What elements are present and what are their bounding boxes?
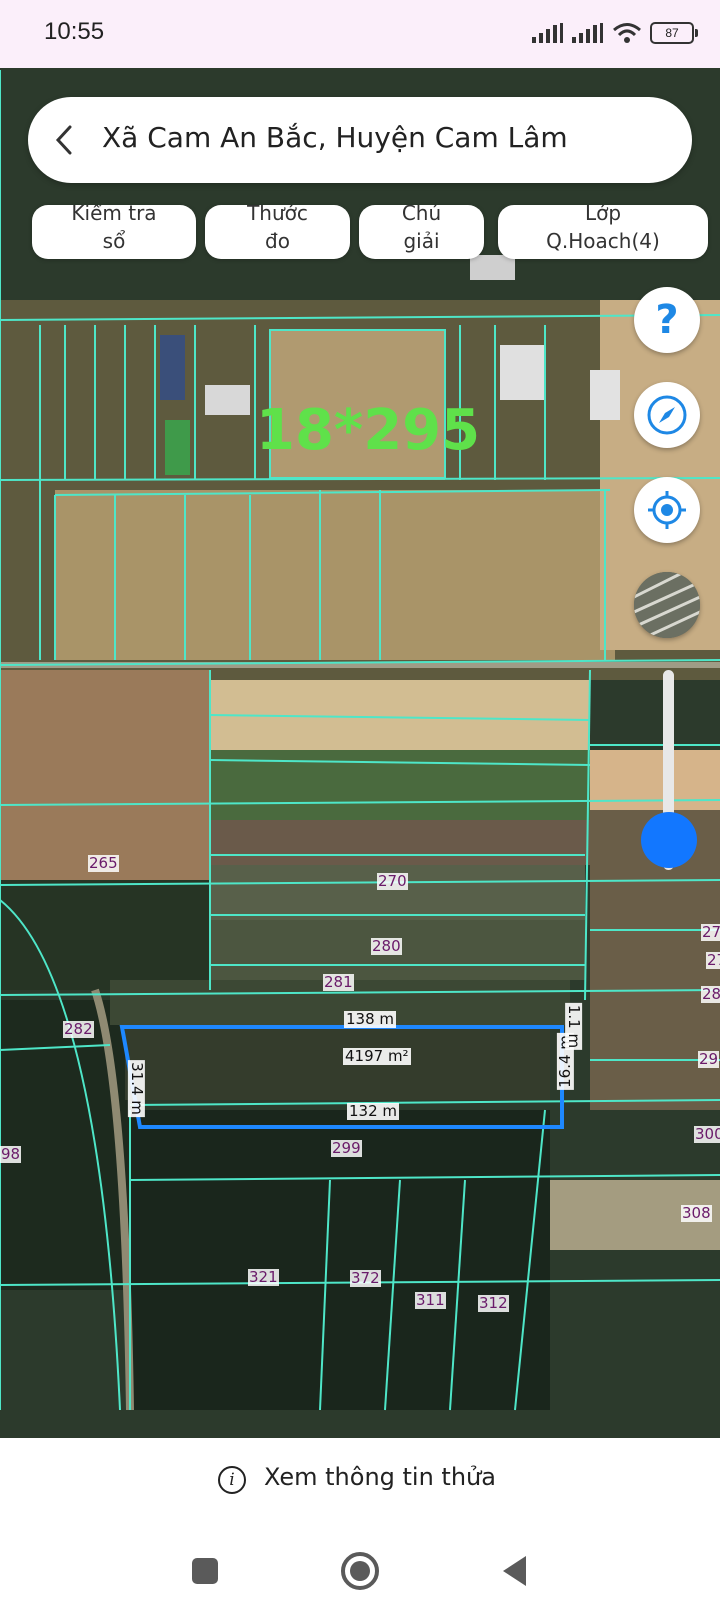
overlay-label: 18*295 [256,398,481,463]
parcel-number[interactable]: 281 [323,974,354,991]
chip-measure[interactable]: Thước đo [205,205,350,259]
zoom-slider-thumb[interactable] [641,812,697,868]
dimension-bottom: 132 m [347,1102,400,1120]
parcel-number[interactable]: 282 [63,1021,94,1038]
parcel-number[interactable]: 372 [350,1270,381,1287]
parcel-number[interactable]: 27 [701,924,720,941]
help-icon: ? [655,297,679,343]
compass-icon [647,395,687,435]
signal-icon [532,23,563,43]
wifi-icon [613,23,641,43]
recents-icon[interactable] [190,1556,220,1586]
locate-button[interactable] [634,477,700,543]
parcel-number[interactable]: 27 [706,952,720,969]
parcel-number[interactable]: 28 [701,986,720,1003]
parcel-number[interactable]: 29 [698,1051,720,1068]
chip-label: Thước đo [247,205,308,253]
parcel-number[interactable]: 308 [681,1205,712,1222]
parcel-number[interactable]: 299 [331,1140,362,1157]
chip-check-book[interactable]: Kiểm tra sổ [32,205,196,259]
signal-icon-2 [572,23,603,43]
parcel-number[interactable]: 280 [371,938,402,955]
parcel-number[interactable]: 270 [377,873,408,890]
dimension-top: 138 m [344,1010,397,1028]
chip-label: Chú giải [401,205,442,253]
chip-label: Kiểm tra sổ [71,205,157,253]
area-label: 4197 m² [343,1047,411,1065]
search-bar[interactable]: Xã Cam An Bắc, Huyện Cam Lâm [28,97,692,183]
dimension-right-2: 1.1 m [565,1002,584,1051]
parcel-number[interactable]: 265 [88,855,119,872]
layer-thumbnail-icon [634,572,700,638]
home-icon[interactable] [340,1551,380,1591]
parcel-number[interactable]: 312 [478,1295,509,1312]
parcel-number[interactable]: 300 [694,1126,720,1143]
help-button[interactable]: ? [634,287,700,353]
satellite-map[interactable] [0,68,720,1438]
status-bar: 10:55 87 [0,0,720,68]
parcel-number[interactable]: 98 [0,1146,22,1163]
parcel-info-label[interactable]: Xem thông tin thửa [264,1463,496,1491]
battery-indicator: 87 [650,22,698,44]
parcel-info-bar[interactable]: i Xem thông tin thửa [0,1438,720,1518]
back-nav-icon[interactable] [500,1554,530,1588]
location-title[interactable]: Xã Cam An Bắc, Huyện Cam Lâm [102,121,568,154]
status-icons: 87 [532,20,698,46]
compass-button[interactable] [634,382,700,448]
info-icon: i [218,1466,246,1494]
chip-label: Lớp Q.Hoach(4) [546,205,660,253]
parcel-number[interactable]: 311 [415,1292,446,1309]
map-view[interactable]: 18*295 265 270 280 281 282 299 321 372 3… [0,68,720,1438]
chip-planning-layer[interactable]: Lớp Q.Hoach(4) [498,205,708,259]
back-icon[interactable] [46,121,82,159]
chip-legend[interactable]: Chú giải [359,205,484,259]
locate-icon [648,491,686,529]
system-nav-bar [0,1518,720,1601]
dimension-left: 31.4 m [127,1060,146,1117]
map-layer-button[interactable] [634,572,700,638]
parcel-number[interactable]: 321 [248,1269,279,1286]
status-time: 10:55 [44,18,105,45]
